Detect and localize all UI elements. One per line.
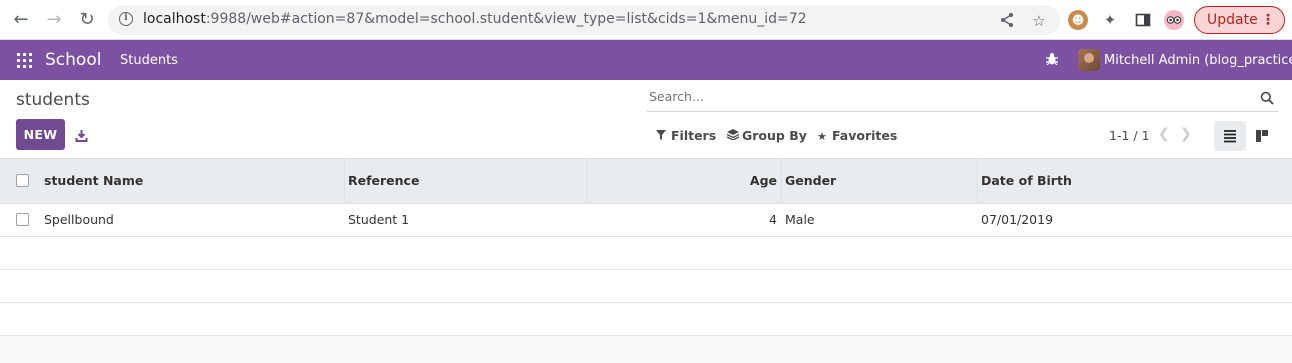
menu-students[interactable]: Students — [120, 53, 178, 68]
kanban-view-icon — [1256, 130, 1268, 142]
list-view-icon — [1224, 130, 1236, 143]
url-text[interactable]: localhost:9988/web#action=87&model=schoo… — [143, 11, 807, 27]
favorites-label: Favorites — [832, 128, 898, 143]
select-all-checkbox[interactable] — [16, 174, 29, 187]
more-options-icon[interactable]: ⋮ — [1261, 7, 1275, 33]
column-divider[interactable] — [587, 159, 588, 204]
filter-funnel-icon — [656, 130, 667, 143]
reload-icon[interactable]: ↻ — [76, 9, 98, 31]
search-bar — [647, 84, 1278, 112]
filters-label: Filters — [671, 128, 717, 143]
bookmark-star-icon[interactable]: ☆ — [1030, 12, 1048, 30]
column-divider[interactable] — [344, 159, 345, 204]
debug-bug-icon[interactable] — [1044, 52, 1060, 68]
update-button[interactable]: Update ⋮ — [1194, 6, 1285, 34]
url-path: :9988/web#action=87&model=school.student… — [205, 11, 807, 27]
pager-previous-icon[interactable]: ❮ — [1158, 126, 1170, 142]
cell-reference[interactable]: Student 1 — [348, 212, 409, 227]
empty-row — [0, 303, 1292, 336]
apps-menu-icon[interactable] — [17, 53, 32, 68]
search-input[interactable] — [649, 89, 1249, 104]
cell-age[interactable]: 4 — [769, 212, 777, 227]
column-header-gender[interactable]: Gender — [785, 173, 836, 188]
download-icon[interactable] — [75, 127, 88, 142]
search-icon[interactable] — [1260, 90, 1274, 105]
update-label: Update — [1207, 12, 1258, 28]
user-menu[interactable]: Mitchell Admin (blog_practice) — [1104, 53, 1292, 68]
forward-arrow-icon[interactable]: → — [43, 9, 65, 31]
star-icon: ★ — [817, 130, 827, 143]
user-avatar[interactable] — [1078, 49, 1100, 71]
monkey-extension-icon[interactable]: ☻ — [1068, 10, 1088, 30]
cell-date-of-birth[interactable]: 07/01/2019 — [981, 212, 1053, 227]
column-header-name[interactable]: student Name — [44, 173, 143, 188]
extensions-puzzle-icon[interactable]: ✦ — [1100, 10, 1120, 30]
side-panel-icon[interactable] — [1133, 10, 1153, 30]
group-by-label: Group By — [742, 128, 807, 143]
list-view-button[interactable] — [1214, 121, 1246, 151]
column-divider[interactable] — [977, 159, 978, 204]
empty-row — [0, 237, 1292, 270]
cell-student-name[interactable]: Spellbound — [44, 212, 114, 227]
share-icon[interactable] — [998, 12, 1016, 30]
layers-icon — [726, 129, 740, 143]
column-divider[interactable] — [781, 159, 782, 204]
column-header-age[interactable]: Age — [750, 173, 777, 188]
address-bar[interactable]: i localhost:9988/web#action=87&model=sch… — [108, 5, 1060, 35]
filters-button[interactable]: Filters — [656, 128, 716, 143]
pager-next-icon[interactable]: ❯ — [1180, 126, 1192, 142]
main-navbar: School Students Mitchell Admin (blog_pra… — [0, 40, 1292, 80]
profile-avatar-icon[interactable] — [1164, 10, 1184, 30]
kanban-view-button[interactable] — [1247, 121, 1277, 151]
column-header-date-of-birth[interactable]: Date of Birth — [981, 173, 1072, 188]
cell-gender[interactable]: Male — [785, 212, 815, 227]
row-checkbox[interactable] — [16, 213, 29, 226]
column-header-reference[interactable]: Reference — [348, 173, 419, 188]
page-title: students — [16, 90, 90, 110]
url-host: localhost — [143, 11, 206, 27]
table-header: student Name Reference Age Gender Date o… — [0, 158, 1292, 204]
new-button[interactable]: NEW — [16, 119, 65, 150]
back-arrow-icon[interactable]: ← — [10, 9, 32, 31]
empty-row — [0, 270, 1292, 303]
site-info-icon[interactable]: i — [119, 12, 133, 26]
pager-value[interactable]: 1-1 / 1 — [1109, 128, 1150, 143]
group-by-button[interactable]: Group By — [726, 128, 807, 143]
app-name[interactable]: School — [45, 50, 101, 70]
browser-toolbar: ← → ↻ i localhost:9988/web#action=87&mod… — [0, 0, 1292, 40]
favorites-button[interactable]: ★ Favorites — [817, 128, 897, 143]
table-row[interactable]: Spellbound Student 1 4 Male 07/01/2019 — [0, 204, 1292, 237]
